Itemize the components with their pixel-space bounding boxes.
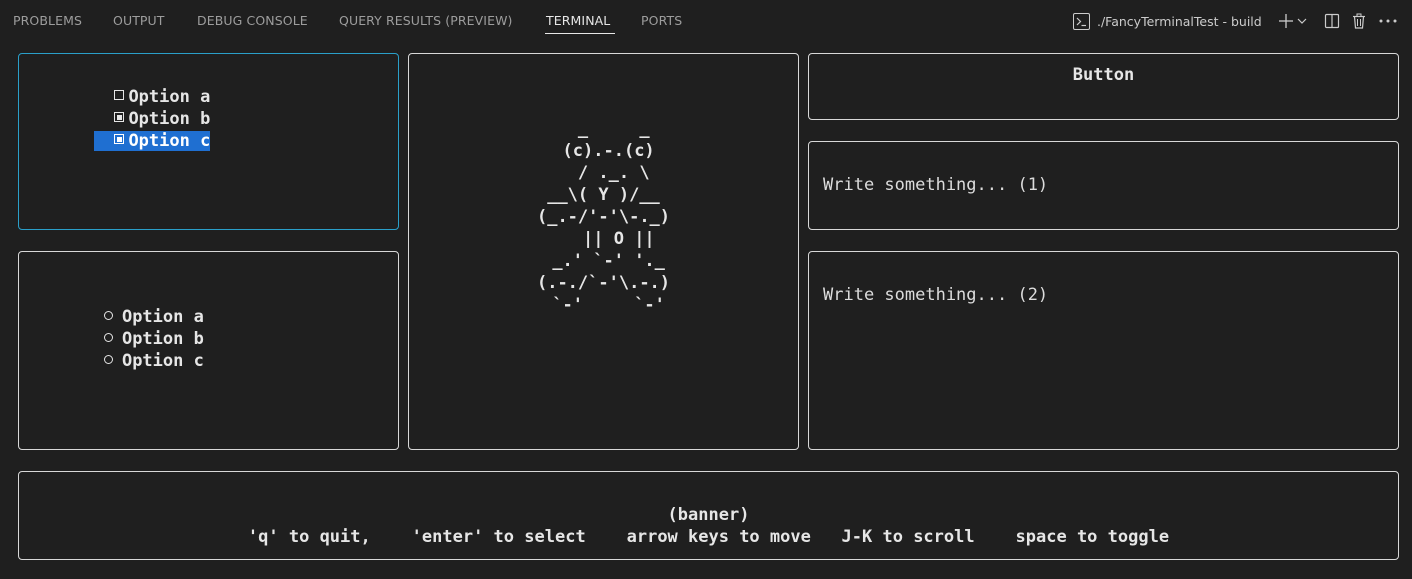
- radio-label: Option c: [121, 351, 204, 371]
- checkbox-option-a[interactable]: Option a: [53, 64, 210, 107]
- radio-list-box: Option a Option b Option c: [18, 251, 399, 450]
- tab-output[interactable]: OUTPUT: [113, 13, 165, 28]
- text-input-2[interactable]: Write something... (2): [808, 251, 1399, 450]
- tab-debug-console[interactable]: DEBUG CONSOLE: [197, 13, 308, 28]
- button-label: Button: [1072, 65, 1135, 85]
- terminal-selector[interactable]: ./FancyTerminalTest - build: [1073, 11, 1262, 31]
- more-actions-icon[interactable]: [1378, 11, 1398, 31]
- radio-option-c[interactable]: Option c: [63, 328, 204, 371]
- new-terminal-icon[interactable]: [1276, 11, 1296, 31]
- tab-terminal[interactable]: TERMINAL: [546, 13, 610, 28]
- dropdown-icon[interactable]: [1295, 11, 1309, 31]
- checkbox-label: Option c: [128, 131, 211, 151]
- ascii-art: _ _ (c).-.(c) / ._. \ __\( Y )/__ (_.-/'…: [536, 119, 671, 315]
- terminal-prompt-icon: [1073, 12, 1090, 30]
- text-input-1[interactable]: Write something... (1): [808, 141, 1399, 230]
- ascii-art-box: _ _ (c).-.(c) / ._. \ __\( Y )/__ (_.-/'…: [408, 53, 799, 450]
- banner-title: (banner): [667, 505, 750, 525]
- checkbox-option-c[interactable]: Option c: [53, 108, 211, 151]
- active-tab-indicator: [545, 33, 615, 34]
- split-terminal-icon[interactable]: [1322, 11, 1342, 31]
- keybinding-help: 'q' to quit, 'enter' to select arrow key…: [247, 527, 1170, 547]
- radio-option-b[interactable]: Option b: [63, 306, 204, 349]
- tab-query-results[interactable]: QUERY RESULTS (PREVIEW): [339, 13, 513, 28]
- checkbox-list-box: Option a Option b Option c: [18, 53, 399, 230]
- banner-box: (banner) 'q' to quit, 'enter' to select …: [18, 471, 1399, 560]
- panel-tab-bar: PROBLEMS OUTPUT DEBUG CONSOLE QUERY RESU…: [0, 0, 1412, 42]
- button[interactable]: Button: [808, 53, 1399, 120]
- trash-icon[interactable]: [1349, 11, 1369, 31]
- checkbox-option-b[interactable]: Option b: [53, 86, 210, 129]
- tab-ports[interactable]: PORTS: [641, 13, 682, 28]
- checkbox-checked-icon: [114, 134, 125, 144]
- radio-unselected-icon: [103, 354, 113, 364]
- tab-problems[interactable]: PROBLEMS: [13, 13, 82, 28]
- radio-option-a[interactable]: Option a: [63, 284, 204, 327]
- terminal-title: ./FancyTerminalTest - build: [1097, 13, 1262, 29]
- text-input-2-placeholder: Write something... (2): [823, 285, 1049, 305]
- text-input-1-placeholder: Write something... (1): [823, 175, 1049, 195]
